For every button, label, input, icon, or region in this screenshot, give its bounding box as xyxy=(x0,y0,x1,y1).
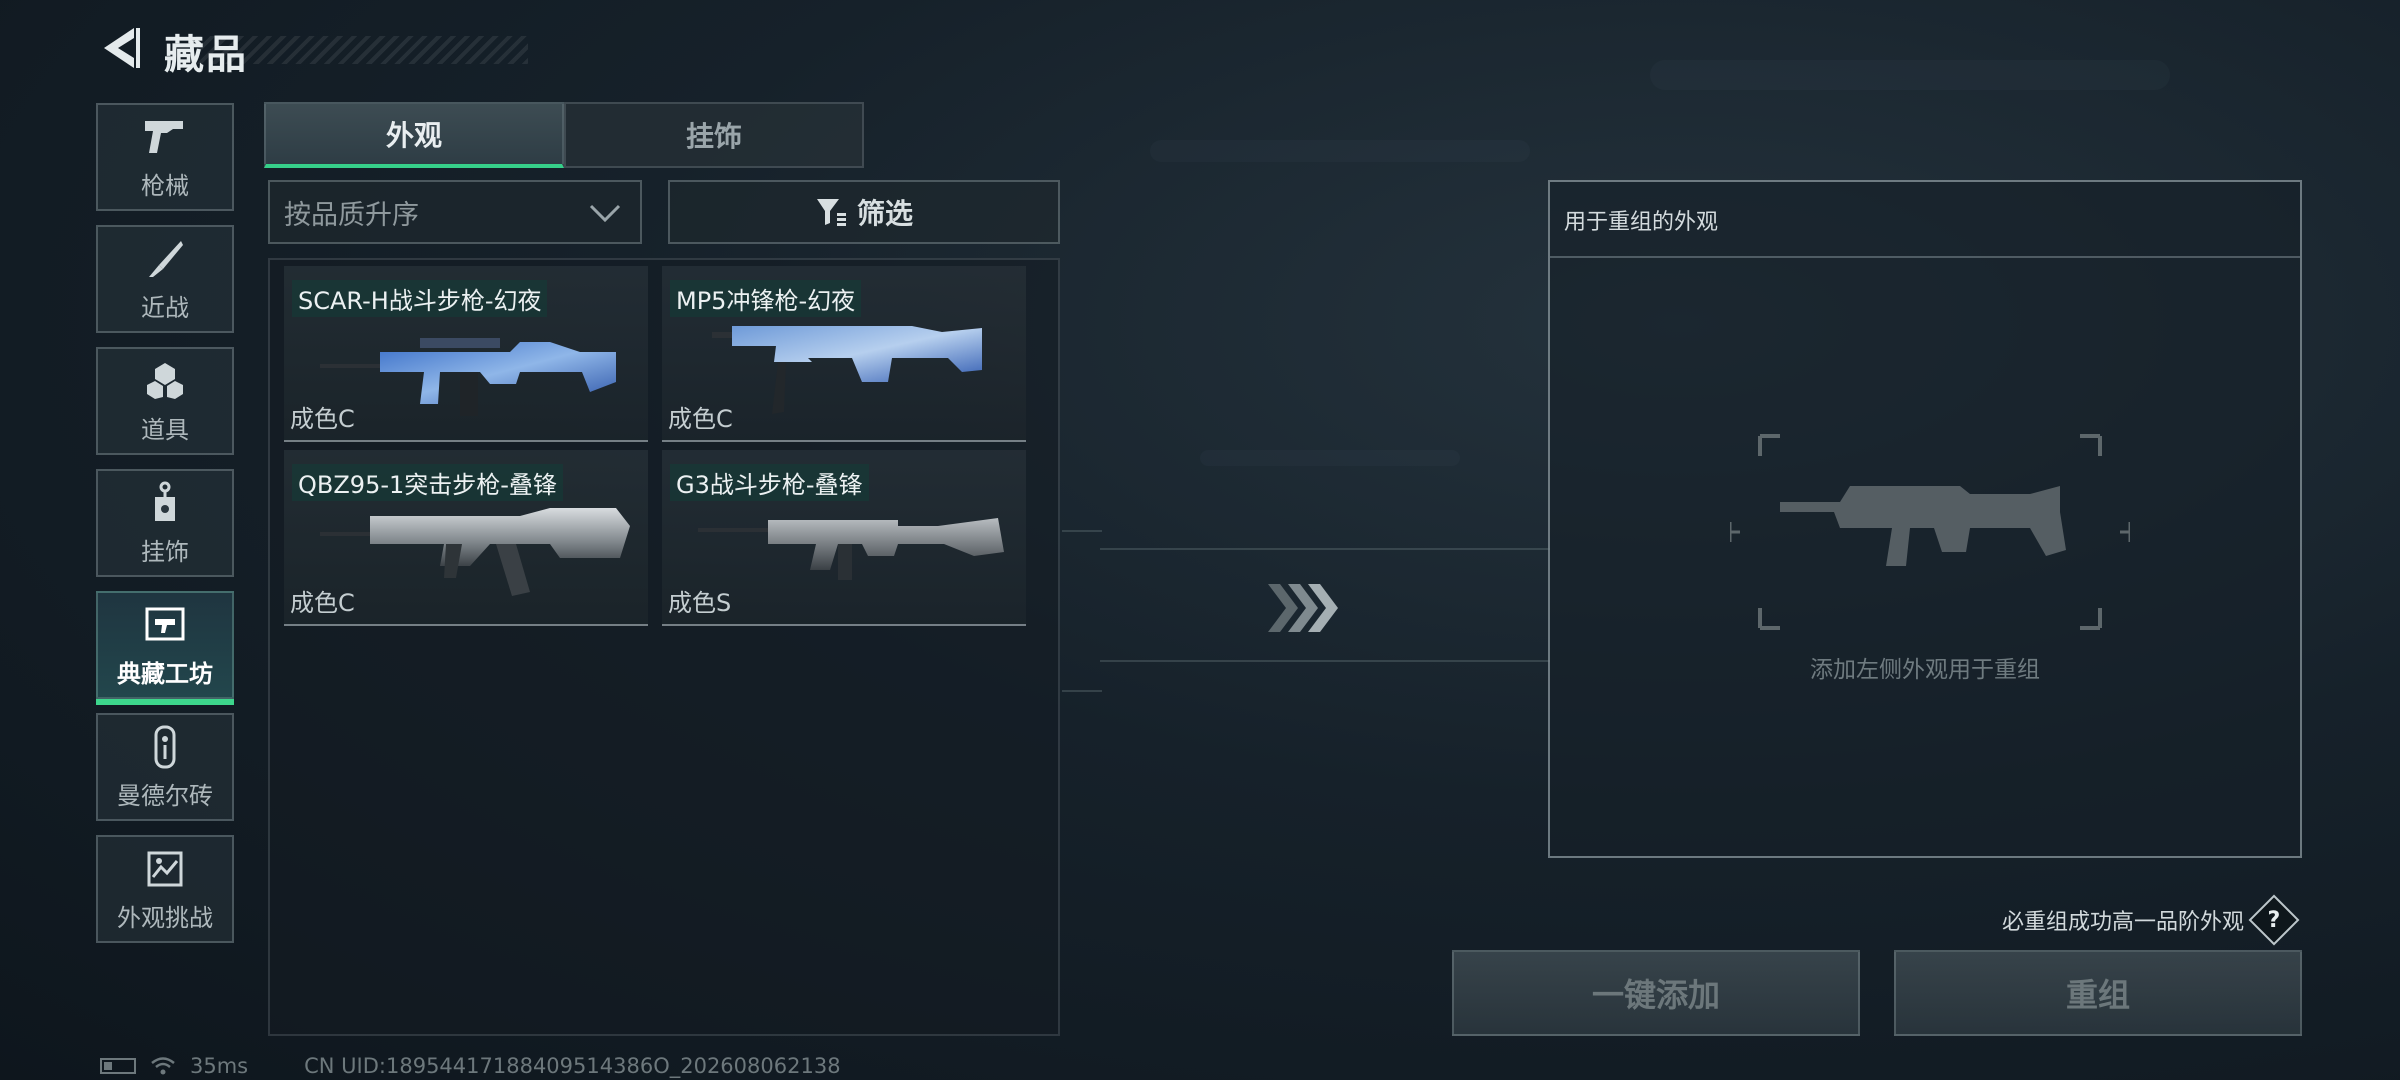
status-bar: 35ms CN UID:18954417188409514386O_202608… xyxy=(100,1054,841,1078)
sidebar-item-label: 近战 xyxy=(141,293,189,322)
empty-slot-rifle-icon xyxy=(1730,434,2130,630)
skin-grid: SCAR-H战斗步枪-幻夜 成色C MP5冲锋枪-幻夜 成色C QBZ95-1突… xyxy=(268,258,1060,1036)
skin-grade: 成色C xyxy=(290,589,355,617)
sidebar-item-label: 曼德尔砖 xyxy=(117,781,213,810)
weapon-thumbnail xyxy=(320,338,616,416)
guarantee-text: 必重组成功高一品阶外观 xyxy=(2001,910,2244,935)
help-icon[interactable]: ? xyxy=(2248,894,2300,946)
sidebar-item-charms[interactable]: 挂饰 xyxy=(96,469,234,577)
challenge-icon xyxy=(142,846,188,892)
sidebar-item-gadgets[interactable]: 道具 xyxy=(96,347,234,455)
user-uid: CN UID:18954417188409514386O_20260806213… xyxy=(304,1054,841,1078)
filter-icon xyxy=(816,199,846,226)
back-arrow-icon xyxy=(104,28,140,68)
weapon-thumbnail xyxy=(698,518,1004,580)
sort-value: 按品质升序 xyxy=(284,199,419,231)
pistol-icon xyxy=(142,114,188,160)
skin-grade: 成色C xyxy=(290,405,355,433)
ping-value: 35ms xyxy=(190,1054,249,1078)
recombine-panel-title: 用于重组的外观 xyxy=(1564,210,1719,235)
background-streak xyxy=(1200,450,1460,466)
sidebar-item-label: 外观挑战 xyxy=(117,903,213,932)
recombine-button[interactable]: 重组 xyxy=(1894,950,2302,1036)
grenade-icon xyxy=(142,358,188,404)
knife-icon xyxy=(142,236,188,282)
connector-line xyxy=(1100,660,1550,662)
mandel-brick-icon xyxy=(142,724,188,770)
background-streak xyxy=(1650,60,2170,90)
charm-icon xyxy=(142,480,188,526)
sidebar-item-firearms[interactable]: 枪械 xyxy=(96,103,234,211)
sidebar-item-skin-challenge[interactable]: 外观挑战 xyxy=(96,835,234,943)
recombine-slot-panel[interactable]: 用于重组的外观 添加左侧外观用于重组 xyxy=(1548,180,2302,858)
guarantee-note: 必重组成功高一品阶外观 ? xyxy=(2001,894,2300,946)
sidebar-item-workshop[interactable]: 典藏工坊 xyxy=(96,591,234,705)
skin-name: MP5冲锋枪-幻夜 xyxy=(670,280,862,317)
skin-grade: 成色S xyxy=(668,589,732,617)
connector-line xyxy=(1100,548,1550,550)
background-streak xyxy=(1150,140,1530,162)
filter-button[interactable]: 筛选 xyxy=(668,180,1060,244)
battery-icon xyxy=(100,1058,136,1074)
page-title: 藏品 xyxy=(164,32,248,78)
tab-charms[interactable]: 挂饰 xyxy=(564,102,864,168)
wifi-icon xyxy=(151,1057,175,1075)
weapon-thumbnail xyxy=(712,326,982,414)
weapon-thumbnail xyxy=(320,508,630,596)
sidebar-item-label: 典藏工坊 xyxy=(117,659,213,688)
recombine-placeholder-text: 添加左侧外观用于重组 xyxy=(1810,657,2040,683)
triple-chevron-right-icon xyxy=(1268,584,1338,632)
skin-card[interactable]: QBZ95-1突击步枪-叠锋 成色C xyxy=(284,450,648,626)
tab-skins[interactable]: 外观 xyxy=(264,102,564,168)
connector-line xyxy=(1062,690,1102,692)
sort-dropdown[interactable]: 按品质升序 xyxy=(268,180,642,244)
sidebar-item-label: 枪械 xyxy=(141,171,189,200)
connector-line xyxy=(1062,530,1102,532)
workshop-icon xyxy=(142,602,188,648)
tab-bar: 外观 挂饰 xyxy=(264,102,864,168)
skin-grade: 成色C xyxy=(668,405,733,433)
skin-card[interactable]: SCAR-H战斗步枪-幻夜 成色C xyxy=(284,266,648,442)
skin-card[interactable]: MP5冲锋枪-幻夜 成色C xyxy=(662,266,1026,442)
skin-name: QBZ95-1突击步枪-叠锋 xyxy=(292,464,563,501)
sidebar-item-label: 挂饰 xyxy=(141,537,189,566)
skin-name: SCAR-H战斗步枪-幻夜 xyxy=(292,280,548,317)
back-button[interactable] xyxy=(96,22,144,74)
chevron-down-icon xyxy=(589,204,621,223)
sidebar-item-melee[interactable]: 近战 xyxy=(96,225,234,333)
recombine-panel-header: 用于重组的外观 xyxy=(1550,182,2300,258)
add-all-button[interactable]: 一键添加 xyxy=(1452,950,1860,1036)
filter-label: 筛选 xyxy=(856,197,913,230)
skin-card[interactable]: G3战斗步枪-叠锋 成色S xyxy=(662,450,1026,626)
sidebar-item-mandel-brick[interactable]: 曼德尔砖 xyxy=(96,713,234,821)
skin-name: G3战斗步枪-叠锋 xyxy=(670,464,869,501)
sidebar-item-label: 道具 xyxy=(141,415,189,444)
